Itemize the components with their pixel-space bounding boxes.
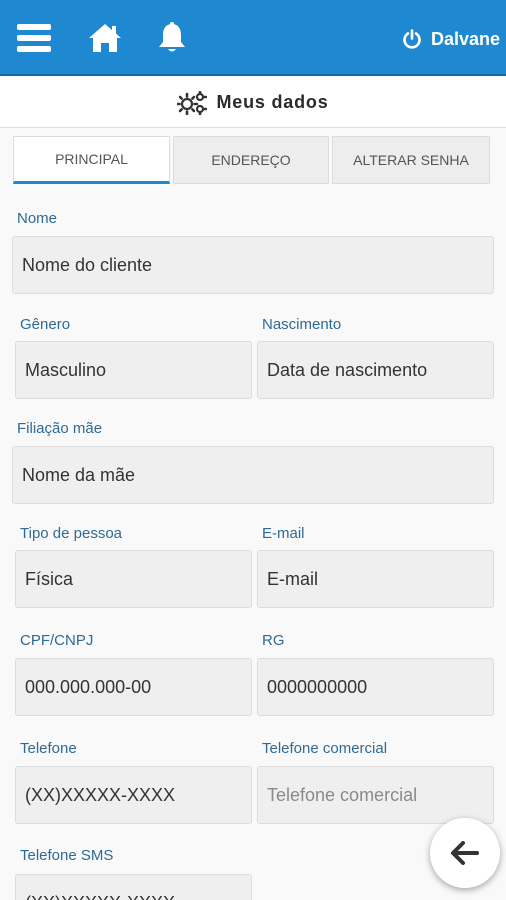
email-label: E-mail (262, 525, 305, 542)
telefone-sms-label: Telefone SMS (20, 847, 114, 864)
user-logout[interactable]: Dalvane (402, 25, 500, 53)
form-area: PRINCIPAL ENDEREÇO ALTERAR SENHA Nome No… (0, 128, 506, 900)
nome-field[interactable]: Nome do cliente (12, 236, 494, 294)
tab-endereco[interactable]: ENDEREÇO (173, 136, 329, 184)
genero-label: Gênero (20, 316, 71, 333)
home-icon[interactable] (85, 18, 125, 58)
cpf-cnpj-label: CPF/CNPJ (20, 632, 94, 649)
power-icon (403, 29, 421, 49)
tab-principal[interactable]: PRINCIPAL (13, 136, 170, 184)
tab-alterar-senha[interactable]: ALTERAR SENHA (332, 136, 490, 184)
nascimento-label: Nascimento (262, 316, 342, 333)
telefone-sms-field[interactable]: (XX)XXXXX-XXXX (15, 874, 252, 900)
nascimento-field[interactable]: Data de nascimento (257, 341, 494, 399)
cpf-cnpj-field[interactable]: 000.000.000-00 (15, 658, 252, 716)
telefone-comercial-field[interactable]: Telefone comercial (257, 766, 494, 824)
gears-icon (177, 90, 208, 115)
nome-label: Nome (17, 210, 58, 227)
filiacao-mae-label: Filiação mãe (17, 420, 103, 437)
page-title-bar: Meus dados (0, 78, 506, 128)
tipo-pessoa-select[interactable]: Física (15, 550, 252, 608)
bell-icon[interactable] (152, 18, 192, 58)
filiacao-mae-field[interactable]: Nome da mãe (12, 446, 494, 504)
telefone-field[interactable]: (XX)XXXXX-XXXX (15, 766, 252, 824)
user-name: Dalvane (430, 28, 500, 49)
arrow-left-icon (451, 841, 479, 865)
telefone-label: Telefone (20, 740, 77, 757)
genero-select[interactable]: Masculino (15, 341, 252, 399)
rg-field[interactable]: 0000000000 (257, 658, 494, 716)
rg-label: RG (262, 632, 285, 649)
telefone-comercial-label: Telefone comercial (262, 740, 388, 757)
page-title: Meus dados (216, 92, 329, 112)
menu-icon[interactable] (14, 18, 54, 58)
back-button[interactable] (430, 818, 500, 888)
email-field[interactable]: E-mail (257, 550, 494, 608)
tipo-pessoa-label: Tipo de pessoa (20, 525, 123, 542)
top-navigation-bar: Dalvane (0, 0, 506, 76)
